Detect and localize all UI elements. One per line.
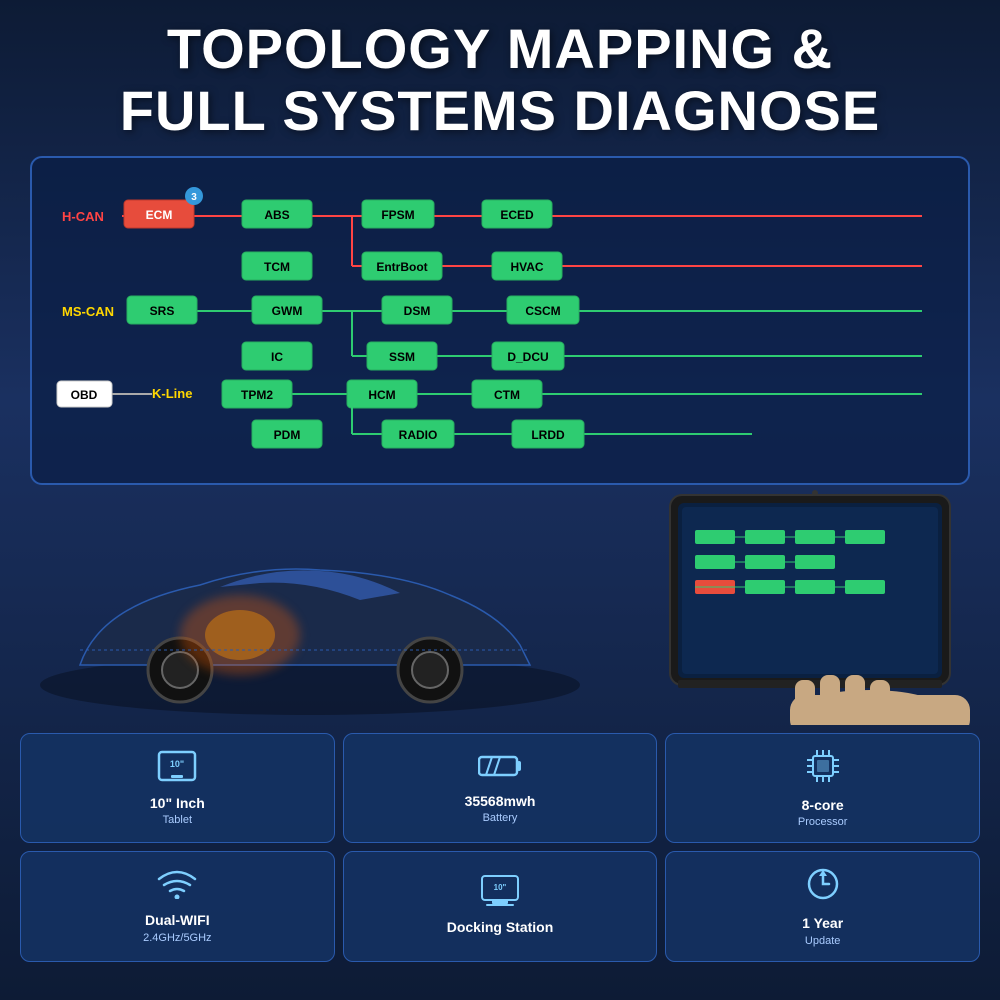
feature-processor: 8-core Processor xyxy=(665,733,980,843)
tablet-svg xyxy=(640,485,980,725)
svg-text:RADIO: RADIO xyxy=(399,428,438,442)
battery-icon xyxy=(478,752,522,787)
svg-text:D_DCU: D_DCU xyxy=(507,350,548,364)
svg-text:HCM: HCM xyxy=(368,388,395,402)
svg-text:10": 10" xyxy=(170,759,184,769)
svg-text:ECED: ECED xyxy=(500,208,534,222)
car-svg xyxy=(20,505,600,725)
topology-diagram: H-CAN ECM 3 ABS FPSM ECED TCM xyxy=(52,176,992,466)
svg-text:HVAC: HVAC xyxy=(510,260,543,274)
svg-text:TCM: TCM xyxy=(264,260,290,274)
svg-text:EntrBoot: EntrBoot xyxy=(376,260,427,274)
mscan-label: MS-CAN xyxy=(62,304,114,319)
svg-text:OBD: OBD xyxy=(71,388,98,402)
svg-text:10": 10" xyxy=(494,883,507,892)
feature-update: 1 Year Update xyxy=(665,851,980,961)
svg-text:3: 3 xyxy=(191,192,197,203)
feature-battery: 35568mwh Battery xyxy=(343,733,658,843)
chip-icon xyxy=(805,748,841,791)
svg-text:LRDD: LRDD xyxy=(531,428,565,442)
svg-text:FPSM: FPSM xyxy=(381,208,414,222)
svg-text:ECM: ECM xyxy=(146,208,173,222)
wifi-icon xyxy=(157,869,197,906)
svg-text:IC: IC xyxy=(271,350,283,364)
svg-text:SRS: SRS xyxy=(150,304,175,318)
svg-text:CSCM: CSCM xyxy=(525,304,560,318)
feature-tablet-size: 10" 10" Inch Tablet xyxy=(20,733,335,843)
feature-docking: 10" Docking Station xyxy=(343,851,658,961)
svg-text:SSM: SSM xyxy=(389,350,415,364)
header: TOPOLOGY MAPPING & FULL SYSTEMS DIAGNOSE xyxy=(0,0,1000,151)
feature-wifi: Dual-WIFI 2.4GHz/5GHz xyxy=(20,851,335,961)
tablet-icon: 10" xyxy=(157,750,197,789)
kline-label: K-Line xyxy=(152,386,192,401)
svg-text:GWM: GWM xyxy=(272,304,303,318)
svg-text:PDM: PDM xyxy=(274,428,301,442)
svg-text:TPM2: TPM2 xyxy=(241,388,273,402)
topology-panel: H-CAN ECM 3 ABS FPSM ECED TCM xyxy=(30,156,970,485)
main-container: TOPOLOGY MAPPING & FULL SYSTEMS DIAGNOSE… xyxy=(0,0,1000,1000)
page-title: TOPOLOGY MAPPING & FULL SYSTEMS DIAGNOSE xyxy=(20,18,980,141)
update-icon xyxy=(805,866,841,909)
features-grid: 10" 10" Inch Tablet 35568mwh Battery xyxy=(20,733,980,961)
svg-text:DSM: DSM xyxy=(404,304,431,318)
hcan-label: H-CAN xyxy=(62,209,104,224)
docking-icon: 10" xyxy=(478,874,522,913)
svg-text:CTM: CTM xyxy=(494,388,520,402)
car-tablet-section xyxy=(0,485,1000,725)
svg-text:ABS: ABS xyxy=(264,208,289,222)
